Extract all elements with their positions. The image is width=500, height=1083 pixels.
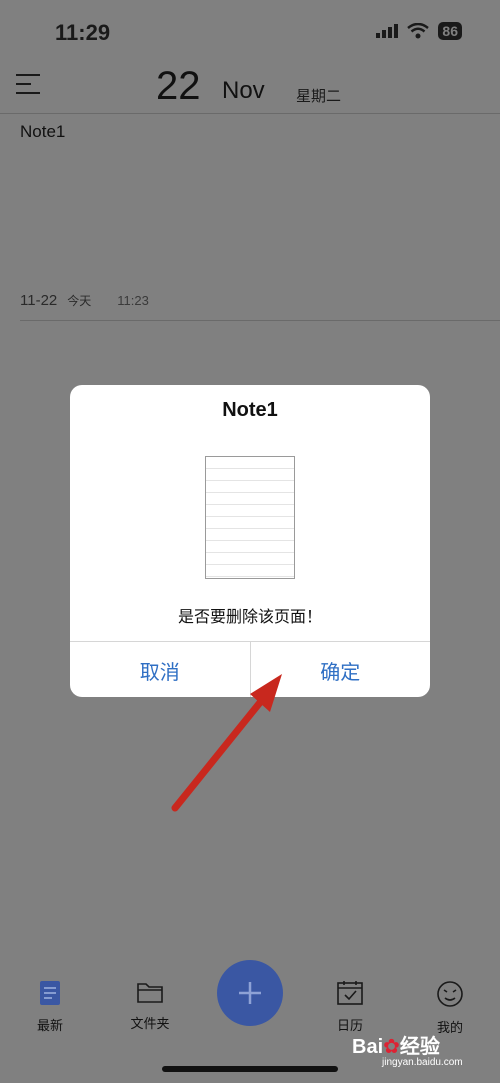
header-weekday: 星期二 [296,88,342,105]
smiley-icon [437,981,463,1007]
watermark-brand-left: Bai [352,1036,384,1058]
note-today-label: 今天 [67,294,92,308]
app-header: 22 Nov 星期二 [0,60,500,114]
note-title: Note1 [20,122,66,141]
folder-icon [137,983,163,1003]
tab-mine[interactable]: 我的 [410,980,490,1036]
note-list-item[interactable]: Note1 11-22 今天 11:23 [20,118,500,321]
tab-folders-label: 文件夹 [130,1016,170,1031]
delete-confirm-dialog: Note1 是否要删除该页面！ 取消 确定 [70,385,430,697]
note-time: 11:23 [117,293,149,308]
note-date: 11-22 [20,292,58,309]
home-indicator [162,1066,338,1072]
watermark-site: jingyan.baidu.com [382,1057,463,1068]
tab-folders[interactable]: 文件夹 [110,980,190,1032]
dialog-actions: 取消 确定 [70,641,430,697]
cancel-button[interactable]: 取消 [70,642,250,697]
status-bar: 11:29 86 [0,0,500,60]
page-thumbnail [205,456,295,579]
tab-recent-label: 最新 [36,1018,63,1033]
confirm-button[interactable]: 确定 [249,642,431,697]
baidu-jingyan-watermark: Bai✿经验 jingyan.baidu.com [352,1030,492,1068]
header-month: Nov [222,77,265,104]
status-icons: 86 [376,22,462,40]
signal-icon [376,24,399,38]
tab-calendar[interactable]: 日历 [310,980,390,1034]
watermark-brand-right: 经验 [399,1036,440,1058]
note-meta: 11-22 今天 11:23 [20,292,149,309]
wifi-icon [407,23,430,39]
header-day: 22 [156,64,201,108]
tab-recent[interactable]: 最新 [10,980,90,1034]
plus-icon [239,982,261,1004]
document-icon [40,981,60,1005]
add-note-button[interactable] [217,960,283,1026]
dialog-message: 是否要删除该页面！ [177,609,322,626]
paw-icon: ✿ [383,1036,400,1058]
watermark-brand: Bai✿经验 [352,1036,440,1058]
menu-icon[interactable] [16,72,42,96]
dialog-title: Note1 [222,399,278,421]
calendar-icon [337,981,363,1005]
battery-level: 86 [438,22,462,40]
status-time: 11:29 [55,20,111,45]
